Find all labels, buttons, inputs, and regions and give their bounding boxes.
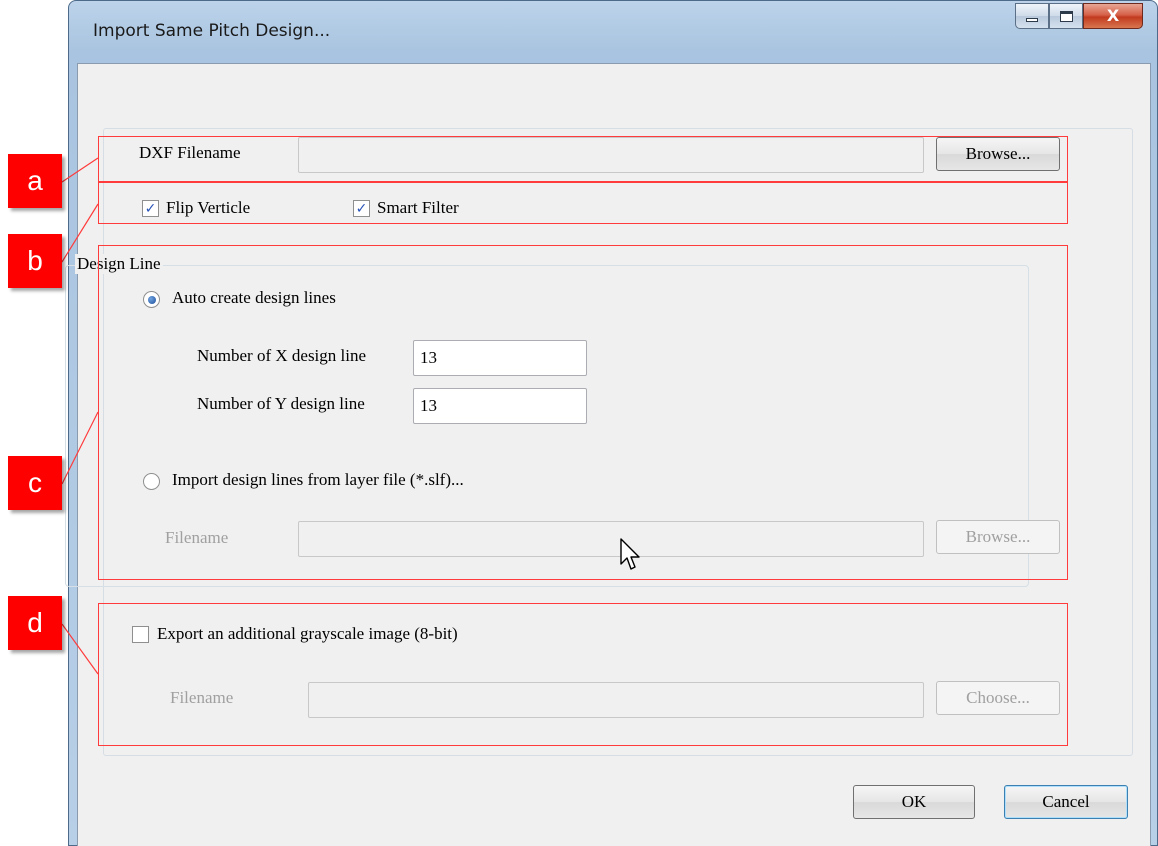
minimize-button[interactable] (1015, 3, 1049, 29)
maximize-button[interactable] (1049, 3, 1083, 29)
smart-filter-checkbox[interactable]: ✓ (353, 200, 370, 217)
smart-filter-label[interactable]: Smart Filter (377, 198, 459, 218)
annotation-tag-a: a (8, 154, 62, 208)
caption-buttons: X (1015, 3, 1143, 31)
checkmark-icon: ✓ (144, 200, 157, 217)
maximize-icon (1059, 10, 1073, 22)
minimize-icon (1026, 18, 1038, 22)
checkmark-icon: ✓ (355, 200, 368, 217)
cancel-button[interactable]: Cancel (1004, 785, 1128, 819)
flip-verticle-label[interactable]: Flip Verticle (166, 198, 250, 218)
flip-verticle-checkbox[interactable]: ✓ (142, 200, 159, 217)
export-filename-label: Filename (170, 688, 234, 707)
ok-button[interactable]: OK (853, 785, 975, 819)
import-layer-label[interactable]: Import design lines from layer file (*.s… (172, 470, 464, 490)
x-design-line-label: Number of X design line (197, 346, 367, 365)
annotation-tag-c: c (8, 456, 62, 510)
layer-browse-button[interactable]: Browse... (936, 520, 1060, 554)
x-design-line-input[interactable] (413, 340, 587, 376)
auto-create-label[interactable]: Auto create design lines (172, 288, 336, 308)
design-line-group-title: Design Line (75, 254, 163, 274)
export-grayscale-checkbox[interactable] (132, 626, 149, 643)
y-design-line-input[interactable] (413, 388, 587, 424)
export-grayscale-label[interactable]: Export an additional grayscale image (8-… (157, 624, 458, 644)
dxf-filename-label: DXF Filename (139, 143, 241, 162)
layer-filename-input[interactable] (298, 521, 924, 557)
layer-filename-label: Filename (165, 528, 229, 547)
annotation-tag-b: b (8, 234, 62, 288)
y-design-line-label: Number of Y design line (197, 394, 365, 413)
radio-selected-dot (147, 295, 156, 304)
window-title: Import Same Pitch Design... (93, 21, 331, 41)
close-icon: X (1106, 6, 1120, 25)
mouse-cursor-icon (620, 538, 640, 570)
export-filename-input[interactable] (308, 682, 924, 718)
auto-create-radio[interactable] (143, 291, 160, 308)
dxf-browse-button[interactable]: Browse... (936, 137, 1060, 171)
title-bar[interactable]: Import Same Pitch Design... X (69, 1, 1157, 61)
import-layer-radio[interactable] (143, 473, 160, 490)
annotation-tag-d: d (8, 596, 62, 650)
export-choose-button[interactable]: Choose... (936, 681, 1060, 715)
close-button[interactable]: X (1083, 3, 1143, 29)
dxf-filename-input[interactable] (298, 137, 924, 173)
